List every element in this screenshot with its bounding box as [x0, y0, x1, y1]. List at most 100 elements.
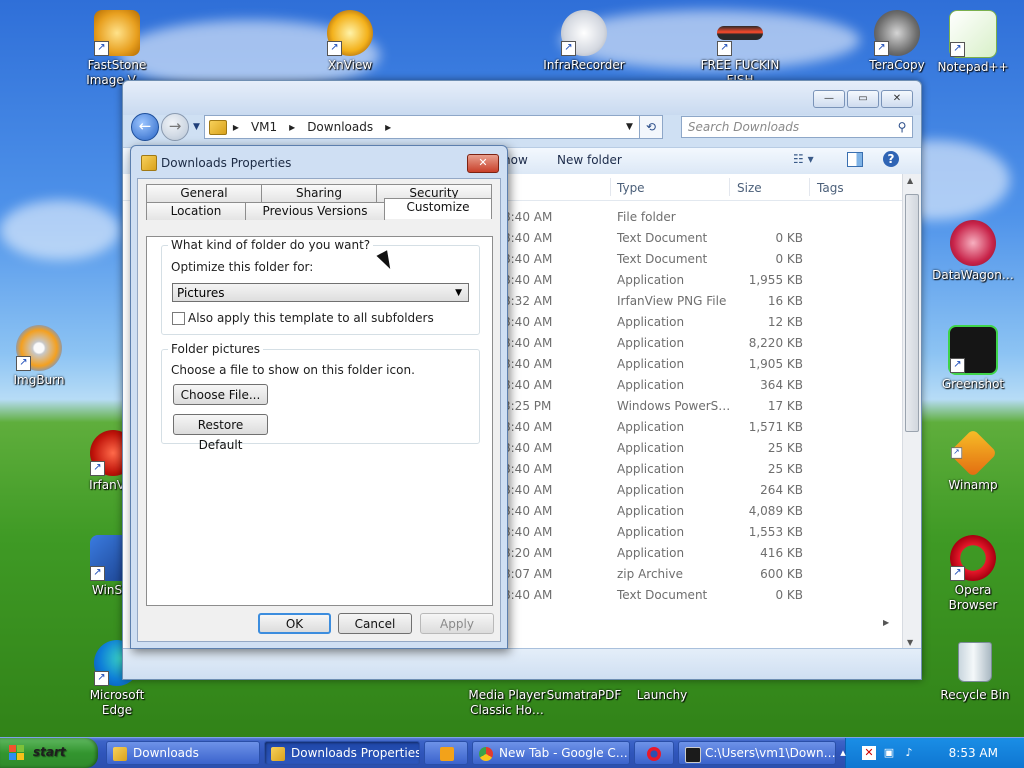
taskbar-item-media-player[interactable] — [424, 741, 468, 765]
desktop-icon-opera[interactable]: ↗ Opera Browser — [930, 535, 1016, 613]
taskbar-item-chrome[interactable]: New Tab - Google C… — [472, 741, 630, 765]
new-folder-button[interactable]: New folder — [557, 153, 622, 167]
apply-subfolders-checkbox[interactable] — [172, 312, 185, 325]
row-type: Application — [617, 525, 685, 539]
folder-icon — [113, 747, 127, 761]
dialog-titlebar[interactable]: Downloads Properties ✕ — [131, 146, 507, 178]
action-center-icon[interactable]: ✕ — [862, 746, 876, 760]
scroll-thumb[interactable] — [905, 194, 919, 432]
explorer-titlebar[interactable]: — ▭ ✕ — [123, 81, 921, 115]
preview-pane-icon[interactable] — [847, 152, 863, 167]
row-type: Application — [617, 420, 685, 434]
maximize-button[interactable]: ▭ — [847, 90, 879, 108]
system-tray: ▴ ✕ ▣ ♪ 8:53 AM — [840, 738, 1024, 768]
show-hidden-icons-icon[interactable]: ▴ — [836, 746, 850, 760]
folder-pictures-hint: Choose a file to show on this folder ico… — [171, 363, 415, 377]
restore-default-button[interactable]: Restore Default — [173, 414, 268, 452]
start-button[interactable]: start — [0, 738, 98, 768]
desktop-icon-recycle-bin[interactable]: Recycle Bin — [932, 638, 1018, 703]
tab-general[interactable]: General — [146, 184, 262, 202]
chrome-icon — [479, 747, 493, 761]
address-dropdown-icon[interactable]: ▼ — [626, 122, 633, 132]
taskbar-item-downloads-properties[interactable]: Downloads Properties — [264, 741, 420, 765]
folder-pictures-legend: Folder pictures — [168, 342, 264, 356]
back-button[interactable]: ← — [131, 113, 159, 141]
cancel-button[interactable]: Cancel — [338, 613, 412, 634]
row-date: 8:20 AM — [503, 546, 553, 560]
tab-customize[interactable]: Customize — [384, 198, 492, 219]
row-type: Application — [617, 378, 685, 392]
forward-button[interactable]: → — [161, 113, 189, 141]
row-size: 17 KB — [767, 399, 803, 413]
volume-icon[interactable]: ♪ — [902, 746, 916, 760]
scroll-down-icon[interactable]: ▼ — [907, 638, 913, 647]
tab-location[interactable]: Location — [146, 202, 246, 220]
clock[interactable]: 8:53 AM — [949, 746, 998, 760]
choose-file-button[interactable]: Choose File... — [173, 384, 268, 405]
media-player-icon — [440, 747, 454, 761]
row-size: 416 KB — [760, 546, 803, 560]
close-button[interactable]: ✕ — [881, 90, 913, 108]
view-options-icon[interactable]: ☷ ▾ — [793, 152, 814, 166]
row-date: 8:40 AM — [503, 273, 553, 287]
desktop-icon-fish[interactable]: ↗ FREE FUCKIN FISH — [697, 10, 783, 88]
minimize-button[interactable]: — — [813, 90, 845, 108]
column-size[interactable]: Size — [737, 181, 762, 195]
row-type: Application — [617, 504, 685, 518]
dialog-close-button[interactable]: ✕ — [467, 154, 499, 173]
breadcrumb-vm1[interactable]: VM1 — [251, 120, 277, 134]
optimize-select[interactable]: Pictures ▼ — [172, 283, 469, 302]
row-type: Windows PowerS… — [617, 399, 731, 413]
search-input[interactable]: Search Downloads — [688, 120, 892, 134]
desktop-icon-imgburn[interactable]: ↗ ImgBurn — [0, 325, 82, 388]
help-icon[interactable]: ? — [883, 151, 899, 167]
desktop-icon-greenshot[interactable]: ↗ Greenshot — [930, 325, 1016, 392]
desktop-icon-xnview[interactable]: ↗ XnView — [307, 10, 393, 73]
desktop-icon-notepadpp[interactable]: ↗ Notepad++ — [930, 10, 1016, 75]
row-date: 8:40 AM — [503, 231, 553, 245]
row-size: 4,089 KB — [748, 504, 803, 518]
refresh-icon[interactable]: ⟲ — [639, 115, 663, 139]
desktop-icon-datawagon[interactable]: DataWagon… — [930, 220, 1016, 283]
apply-button[interactable]: Apply — [420, 613, 494, 634]
row-date: 8:40 AM — [503, 378, 553, 392]
opera-icon: ↗ — [950, 535, 996, 581]
taskbar-item-console[interactable]: C:\Users\vm1\Down… — [678, 741, 836, 765]
faststone-icon: ↗ — [94, 10, 140, 56]
scroll-up-icon[interactable]: ▲ — [907, 176, 913, 185]
chevron-down-icon: ▼ — [455, 288, 462, 298]
search-icon[interactable]: ⚲ — [892, 120, 912, 134]
row-date: 8:40 AM — [503, 483, 553, 497]
desktop-icon-faststone[interactable]: ↗ FastStone Image V… — [74, 10, 160, 88]
vertical-scrollbar[interactable]: ▲ ▼ — [902, 174, 921, 649]
customize-panel: What kind of folder do you want? Optimiz… — [146, 236, 493, 606]
taskbar-item-downloads[interactable]: Downloads — [106, 741, 260, 765]
taskbar-item-opera[interactable] — [634, 741, 674, 765]
network-icon[interactable]: ▣ — [882, 746, 896, 760]
row-size: 1,905 KB — [748, 357, 803, 371]
row-size: 25 KB — [767, 462, 803, 476]
row-size: 16 KB — [767, 294, 803, 308]
tab-previous-versions[interactable]: Previous Versions — [245, 202, 385, 220]
row-type: Application — [617, 546, 685, 560]
breadcrumb-downloads[interactable]: Downloads — [307, 120, 373, 134]
ok-button[interactable]: OK — [258, 613, 331, 634]
row-size: 12 KB — [767, 315, 803, 329]
column-tags[interactable]: Tags — [817, 181, 844, 195]
scroll-right-icon[interactable]: ▶ — [883, 618, 889, 627]
teracopy-icon: ↗ — [874, 10, 920, 56]
desktop-icon-infrarecorder[interactable]: ↗ InfraRecorder — [541, 10, 627, 73]
dialog-body: General Sharing Security Location Previo… — [137, 178, 501, 642]
recent-pages-chevron-icon[interactable]: ▼ — [193, 122, 200, 132]
apply-subfolders-label[interactable]: Also apply this template to all subfolde… — [188, 311, 434, 325]
row-size: 600 KB — [760, 567, 803, 581]
folder-kind-group: What kind of folder do you want? Optimiz… — [161, 238, 480, 335]
tab-sharing[interactable]: Sharing — [261, 184, 377, 202]
search-box[interactable]: Search Downloads ⚲ — [680, 116, 913, 138]
row-type: Application — [617, 336, 685, 350]
column-type[interactable]: Type — [617, 181, 645, 195]
fish-icon: ↗ — [717, 26, 763, 56]
desktop-icon-winamp[interactable]: ↗ Winamp — [930, 428, 1016, 493]
address-bar[interactable]: ▸ VM1 ▸ Downloads ▸ ▼ — [203, 115, 640, 139]
desktop-icon-teracopy[interactable]: ↗ TeraCopy — [854, 10, 940, 73]
